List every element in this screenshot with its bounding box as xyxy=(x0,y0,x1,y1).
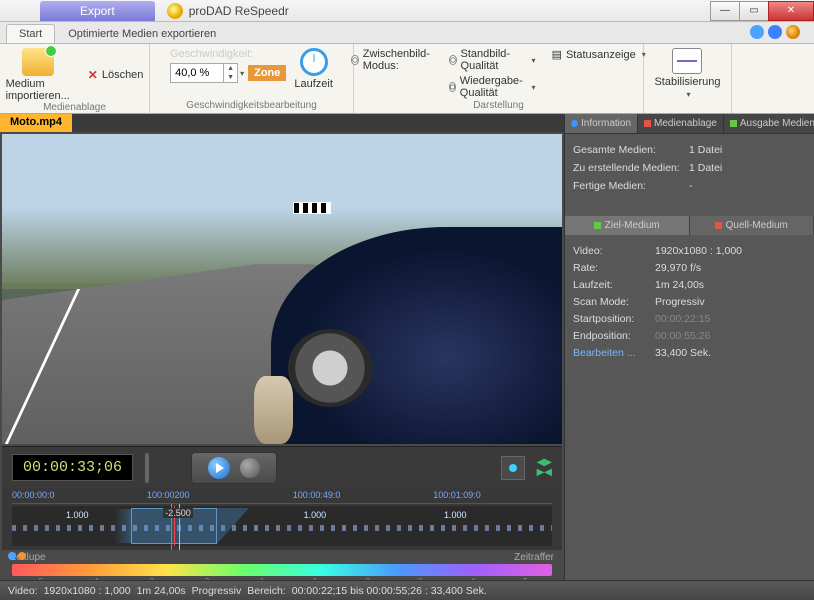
timelapse-label: Zeitraffer xyxy=(514,552,554,563)
speed-dropdown-button[interactable]: ▾ xyxy=(240,69,244,78)
tab-export-media[interactable]: Optimierte Medien exportieren xyxy=(55,24,229,43)
status-range-label: Bereich: xyxy=(247,585,286,597)
timeline-tick: 100:00:49:0 xyxy=(293,490,341,500)
timeline[interactable]: 00:00:00:0 100:00200 100:00:49:0 100:01:… xyxy=(2,488,562,550)
stop-button[interactable] xyxy=(240,458,260,478)
delete-icon: ✕ xyxy=(88,68,98,82)
ribbon: Medium importieren... ✕ Löschen Medienab… xyxy=(0,44,814,114)
help-icon[interactable] xyxy=(750,25,764,39)
still-quality-dropdown[interactable]: Standbild-Qualität▾ xyxy=(449,48,536,72)
video-preview[interactable] xyxy=(2,134,562,444)
import-media-button[interactable]: Medium importieren... xyxy=(6,48,70,102)
status-video-value: 1920x1080 : 1,000 xyxy=(44,585,131,597)
scrub-slider[interactable] xyxy=(145,453,149,483)
status-scan: Progressiv xyxy=(192,585,242,597)
info-dot-icon xyxy=(571,120,578,127)
speed-up-button[interactable]: ▲ xyxy=(223,64,237,73)
status-runtime: 1m 24,00s xyxy=(137,585,186,597)
timeline-tick: 100:01:09:0 xyxy=(433,490,481,500)
stabilization-icon xyxy=(672,48,702,74)
folder-add-icon xyxy=(22,48,54,76)
output-dot-icon xyxy=(730,120,737,127)
edit-range-link[interactable]: Bearbeiten ... xyxy=(573,347,655,359)
target-dot-icon xyxy=(594,222,601,229)
tab-source-medium[interactable]: Quell-Medium xyxy=(690,216,814,235)
interpolation-mode-dropdown[interactable]: Zwischenbild-Modus: xyxy=(351,48,432,72)
timeline-tick: 100:00200 xyxy=(147,490,190,500)
media-dot-icon xyxy=(644,120,651,127)
ribbon-group-display-label: Darstellung xyxy=(473,100,524,111)
stabilization-button[interactable]: Stabilisierung▾ xyxy=(654,48,720,99)
gear-icon xyxy=(449,55,457,65)
speed-ramp[interactable]: Zeitlupe Zeitraffer -5-4-3-2-112345 xyxy=(2,550,562,580)
ribbon-tab-strip: Start Optimierte Medien exportieren xyxy=(0,22,814,44)
info-panel-tabs: Information Medienablage Ausgabe Mediena… xyxy=(565,114,814,134)
status-display-dropdown[interactable]: ▤Statusanzeige▾ xyxy=(552,48,646,61)
export-titlebar-tab[interactable]: Export xyxy=(40,1,155,21)
timecode-display: 00:00:33;06 xyxy=(12,454,133,481)
status-bar: Video: 1920x1080 : 1,000 1m 24,00s Progr… xyxy=(0,580,814,600)
tab-output-media[interactable]: Ausgabe Medienablage xyxy=(724,114,814,133)
file-tab[interactable]: Moto.mp4 xyxy=(0,114,72,132)
play-button[interactable] xyxy=(208,457,230,479)
zone-badge: Zone xyxy=(248,65,286,81)
info-icon[interactable] xyxy=(768,25,782,39)
medium-subtabs: Ziel-Medium Quell-Medium xyxy=(565,216,814,235)
delete-button[interactable]: ✕ Löschen xyxy=(88,68,144,82)
done-media-value: - xyxy=(689,180,693,192)
app-title: proDAD ReSpeedr xyxy=(189,4,289,18)
ramp-mode-a-button[interactable] xyxy=(8,552,16,560)
close-button[interactable]: ✕ xyxy=(768,1,814,21)
window-titlebar: Export proDAD ReSpeedr — ▭ ✕ xyxy=(0,0,814,22)
maximize-button[interactable]: ▭ xyxy=(739,1,769,21)
source-dot-icon xyxy=(715,222,722,229)
speed-down-button[interactable]: ▼ xyxy=(223,73,237,82)
list-icon: ▤ xyxy=(552,48,562,61)
tab-start[interactable]: Start xyxy=(6,24,55,43)
tab-medienablage[interactable]: Medienablage xyxy=(638,114,724,133)
todo-media-value: 1 Datei xyxy=(689,162,722,174)
total-media-value: 1 Datei xyxy=(689,144,722,156)
mark-out-button[interactable]: ▶◀ xyxy=(537,468,552,477)
speed-input[interactable]: ▲▼ xyxy=(170,63,238,83)
record-button[interactable] xyxy=(501,456,525,480)
status-video-label: Video: xyxy=(8,585,38,597)
done-media-label: Fertige Medien: xyxy=(573,180,689,192)
minimize-button[interactable]: — xyxy=(710,1,740,21)
status-range-value: 00:00:22;15 bis 00:00:55;26 : 33,400 Sek… xyxy=(292,585,487,597)
ribbon-group-media-label: Medienablage xyxy=(43,102,106,113)
about-icon[interactable] xyxy=(786,25,800,39)
file-tab-bar: Moto.mp4 xyxy=(0,114,564,132)
total-media-label: Gesamte Medien: xyxy=(573,144,689,156)
gear-icon xyxy=(351,55,358,65)
gear-icon xyxy=(449,82,456,92)
todo-media-label: Zu erstellende Medien: xyxy=(573,162,689,174)
tab-information[interactable]: Information xyxy=(565,114,638,133)
ribbon-group-speed-label: Geschwindigkeitsbearbeitung xyxy=(186,100,317,111)
playback-quality-dropdown[interactable]: Wiedergabe-Qualität▾ xyxy=(449,75,536,99)
clock-icon xyxy=(300,48,328,76)
timeline-tick: 00:00:00:0 xyxy=(12,490,55,500)
mark-in-button[interactable]: ◀▶ xyxy=(537,458,552,467)
app-icon xyxy=(167,3,183,19)
ramp-mode-b-button[interactable] xyxy=(18,552,26,560)
speed-label: Geschwindigkeit: xyxy=(170,48,253,60)
tab-target-medium[interactable]: Ziel-Medium xyxy=(565,216,690,235)
runtime-button[interactable]: Laufzeit xyxy=(294,48,333,90)
player-controls: 00:00:33;06 ◀▶ ▶◀ xyxy=(2,446,562,488)
